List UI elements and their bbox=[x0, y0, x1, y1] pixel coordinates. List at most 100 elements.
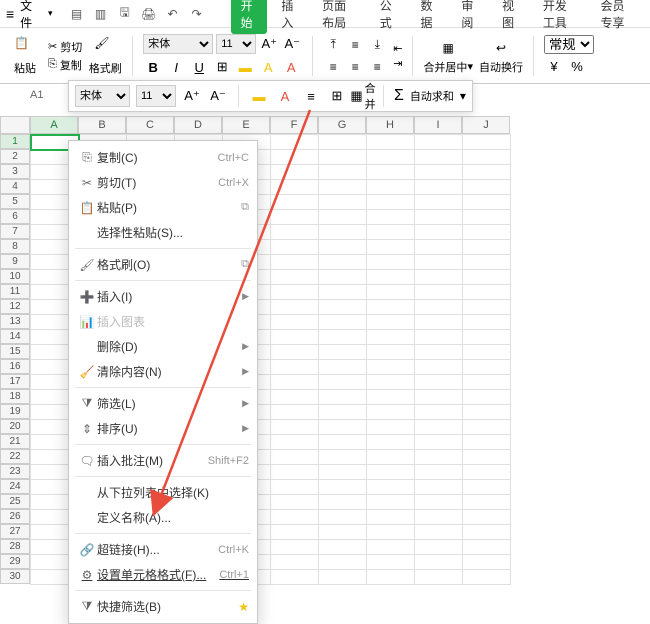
file-menu[interactable]: 文件 bbox=[20, 0, 40, 31]
font-size-select[interactable]: 11 bbox=[216, 34, 256, 54]
cell-F30[interactable] bbox=[271, 570, 319, 585]
tab-视图[interactable]: 视图 bbox=[492, 0, 529, 34]
mini-font-name[interactable]: 宋体 bbox=[75, 85, 130, 107]
cell-I25[interactable] bbox=[415, 495, 463, 510]
mini-autosum[interactable]: Σ bbox=[394, 87, 404, 105]
col-header-J[interactable]: J bbox=[462, 116, 510, 134]
cell-F12[interactable] bbox=[271, 300, 319, 315]
cell-I1[interactable] bbox=[415, 135, 463, 150]
select-all-corner[interactable] bbox=[0, 116, 30, 134]
cell-G17[interactable] bbox=[319, 375, 367, 390]
cell-J1[interactable] bbox=[463, 135, 511, 150]
cell-I27[interactable] bbox=[415, 525, 463, 540]
cell-I29[interactable] bbox=[415, 555, 463, 570]
row-header-8[interactable]: 8 bbox=[0, 239, 30, 254]
cell-H26[interactable] bbox=[367, 510, 415, 525]
cell-J17[interactable] bbox=[463, 375, 511, 390]
cell-I6[interactable] bbox=[415, 210, 463, 225]
col-header-C[interactable]: C bbox=[126, 116, 174, 134]
row-header-17[interactable]: 17 bbox=[0, 374, 30, 389]
new-icon[interactable]: ▤ bbox=[69, 6, 85, 22]
row-header-30[interactable]: 30 bbox=[0, 569, 30, 584]
cell-H23[interactable] bbox=[367, 465, 415, 480]
row-header-12[interactable]: 12 bbox=[0, 299, 30, 314]
font-color-button[interactable]: A bbox=[281, 57, 301, 77]
cell-H16[interactable] bbox=[367, 360, 415, 375]
cell-I28[interactable] bbox=[415, 540, 463, 555]
cell-H28[interactable] bbox=[367, 540, 415, 555]
cell-J3[interactable] bbox=[463, 165, 511, 180]
cell-F24[interactable] bbox=[271, 480, 319, 495]
ctx-排序U[interactable]: ⇕排序(U)▶ bbox=[69, 416, 257, 441]
indent-decrease-button[interactable]: ⇤ bbox=[393, 42, 402, 55]
cell-G13[interactable] bbox=[319, 315, 367, 330]
cell-F28[interactable] bbox=[271, 540, 319, 555]
col-header-F[interactable]: F bbox=[270, 116, 318, 134]
cell-H6[interactable] bbox=[367, 210, 415, 225]
cell-G5[interactable] bbox=[319, 195, 367, 210]
cell-J11[interactable] bbox=[463, 285, 511, 300]
cell-J10[interactable] bbox=[463, 270, 511, 285]
row-header-15[interactable]: 15 bbox=[0, 344, 30, 359]
row-header-11[interactable]: 11 bbox=[0, 284, 30, 299]
highlight-button[interactable]: A bbox=[258, 57, 278, 77]
cell-G3[interactable] bbox=[319, 165, 367, 180]
cell-H14[interactable] bbox=[367, 330, 415, 345]
cell-J19[interactable] bbox=[463, 405, 511, 420]
cell-J24[interactable] bbox=[463, 480, 511, 495]
cell-G27[interactable] bbox=[319, 525, 367, 540]
cell-J4[interactable] bbox=[463, 180, 511, 195]
italic-button[interactable]: I bbox=[166, 57, 186, 77]
cell-H24[interactable] bbox=[367, 480, 415, 495]
mini-fill-color[interactable]: ▬ bbox=[249, 86, 269, 106]
tab-插入[interactable]: 插入 bbox=[271, 0, 308, 34]
cell-J2[interactable] bbox=[463, 150, 511, 165]
ctx-粘贴P[interactable]: 📋粘贴(P)⧉ bbox=[69, 195, 257, 220]
cell-F10[interactable] bbox=[271, 270, 319, 285]
merge-center-button[interactable]: ▦ 合并居中▾ bbox=[423, 37, 473, 75]
cell-G15[interactable] bbox=[319, 345, 367, 360]
cell-I21[interactable] bbox=[415, 435, 463, 450]
shrink-font-button[interactable]: A⁻ bbox=[282, 34, 302, 54]
ctx-从下拉列表中[interactable]: 从下拉列表中选择(K) bbox=[69, 480, 257, 505]
cell-F11[interactable] bbox=[271, 285, 319, 300]
cut-button[interactable]: ✂剪切 bbox=[48, 39, 82, 55]
cell-F23[interactable] bbox=[271, 465, 319, 480]
save-icon[interactable]: 🖫 bbox=[117, 6, 133, 22]
col-header-I[interactable]: I bbox=[414, 116, 462, 134]
cell-G30[interactable] bbox=[319, 570, 367, 585]
cell-F26[interactable] bbox=[271, 510, 319, 525]
cell-G26[interactable] bbox=[319, 510, 367, 525]
cell-H15[interactable] bbox=[367, 345, 415, 360]
row-header-1[interactable]: 1 bbox=[0, 134, 30, 149]
cell-H10[interactable] bbox=[367, 270, 415, 285]
currency-button[interactable]: ¥ bbox=[544, 56, 564, 76]
row-header-21[interactable]: 21 bbox=[0, 434, 30, 449]
wrap-text-button[interactable]: ↩ 自动换行 bbox=[479, 37, 523, 75]
cell-G10[interactable] bbox=[319, 270, 367, 285]
ctx-快捷筛选B[interactable]: ⧩快捷筛选(B)★ bbox=[69, 594, 257, 619]
cell-G28[interactable] bbox=[319, 540, 367, 555]
mini-merge[interactable]: ▦合并 bbox=[353, 86, 373, 106]
percent-button[interactable]: % bbox=[567, 56, 587, 76]
cell-F1[interactable] bbox=[271, 135, 319, 150]
row-header-26[interactable]: 26 bbox=[0, 509, 30, 524]
row-header-14[interactable]: 14 bbox=[0, 329, 30, 344]
cell-H27[interactable] bbox=[367, 525, 415, 540]
cell-G11[interactable] bbox=[319, 285, 367, 300]
cell-I18[interactable] bbox=[415, 390, 463, 405]
cell-F9[interactable] bbox=[271, 255, 319, 270]
row-header-5[interactable]: 5 bbox=[0, 194, 30, 209]
tab-数据[interactable]: 数据 bbox=[411, 0, 448, 34]
cell-F7[interactable] bbox=[271, 225, 319, 240]
grow-font-button[interactable]: A⁺ bbox=[259, 34, 279, 54]
row-header-28[interactable]: 28 bbox=[0, 539, 30, 554]
indent-increase-button[interactable]: ⇥ bbox=[393, 57, 402, 70]
cell-F25[interactable] bbox=[271, 495, 319, 510]
cell-I5[interactable] bbox=[415, 195, 463, 210]
align-top-button[interactable]: ⤒ bbox=[323, 35, 343, 55]
row-header-19[interactable]: 19 bbox=[0, 404, 30, 419]
ctx-插入批注M[interactable]: 🗨插入批注(M)Shift+F2 bbox=[69, 448, 257, 473]
cell-H8[interactable] bbox=[367, 240, 415, 255]
cell-J6[interactable] bbox=[463, 210, 511, 225]
